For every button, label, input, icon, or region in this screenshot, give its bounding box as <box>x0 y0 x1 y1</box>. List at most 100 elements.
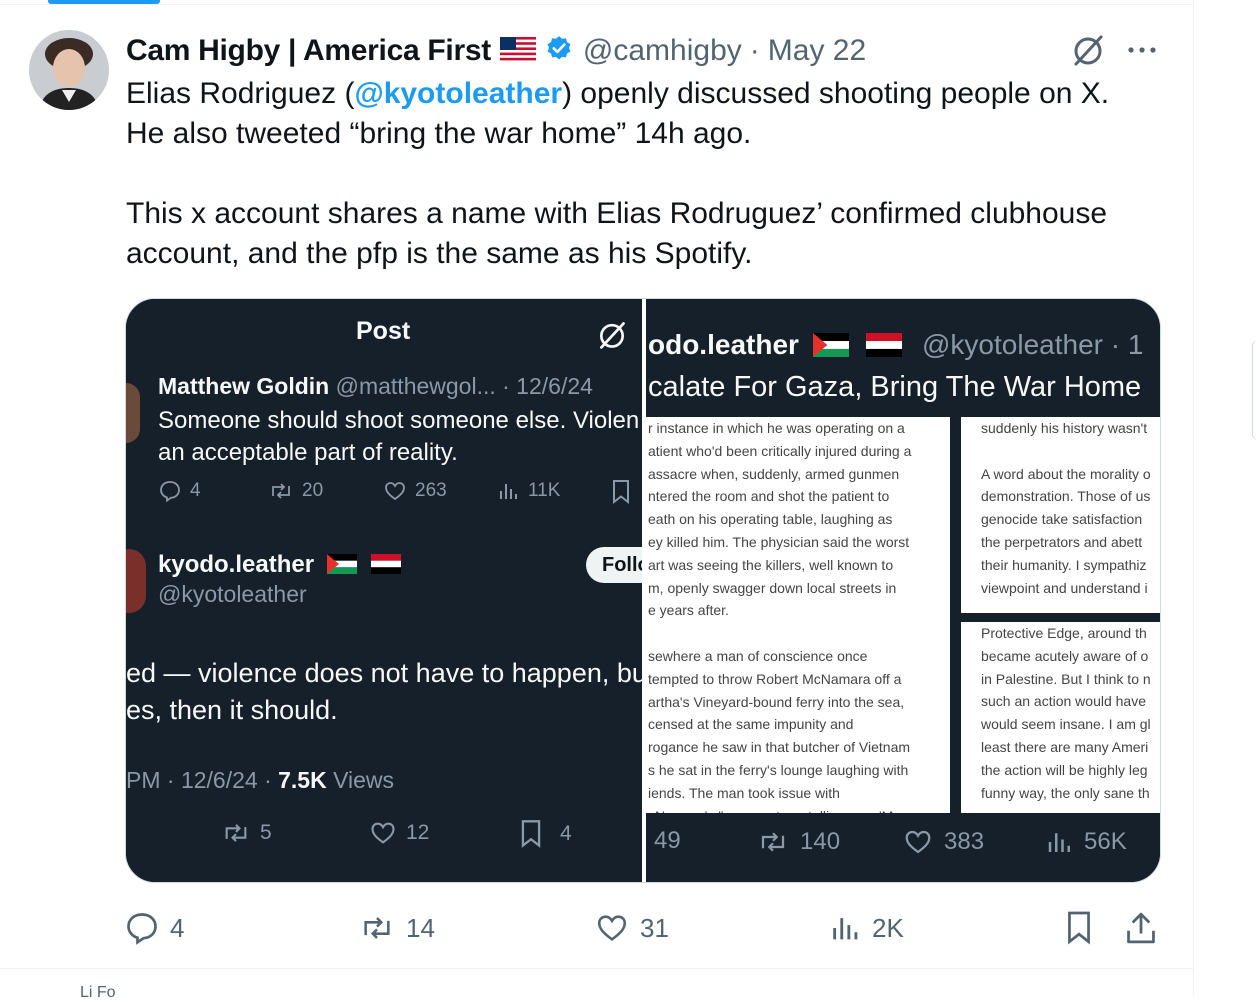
quoted-handle-date: @matthewgol... · 12/6/24 <box>335 373 593 399</box>
count: 383 <box>944 828 985 855</box>
quoted-text-line: Someone should shoot someone else. Viole… <box>158 407 640 434</box>
article-line: censed at the same impunity and <box>648 716 854 733</box>
article-line: demonstration. Those of us <box>981 488 1151 505</box>
repost-button[interactable]: 14 <box>358 908 435 948</box>
repost-count: 14 <box>406 912 435 943</box>
more-options-icon[interactable] <box>1126 38 1158 67</box>
views-button[interactable]: 2K <box>830 908 904 948</box>
article-line: s he sat in the ferry's lounge laughing … <box>648 761 909 778</box>
yemen-flag-icon <box>866 333 903 357</box>
count: 56K <box>1084 828 1127 855</box>
repost-icon <box>364 917 390 939</box>
article-line: their humanity. I sympathiz <box>981 556 1147 573</box>
article-line: eath on his operating table, laughing as <box>648 511 893 528</box>
repost-icon <box>761 832 785 852</box>
article-line: suddenly his history wasn't <box>981 420 1148 436</box>
bookmark-icon <box>1068 911 1090 945</box>
verified-badge-icon[interactable] <box>545 35 573 68</box>
count: 12 <box>406 821 430 844</box>
views-icon <box>833 918 858 940</box>
divider <box>0 4 1194 5</box>
article-line: m, openly swagger down local streets in <box>648 579 897 596</box>
article-line: A word about the morality o <box>981 465 1151 482</box>
bookmark-count: 4 <box>518 819 572 849</box>
profile-post-actions: 49 140 383 56K <box>646 827 1160 863</box>
article-line: ey killed him. The physician said the wo… <box>648 533 910 550</box>
repost-count: 20 <box>268 479 323 503</box>
mention-link[interactable]: @kyotoleather <box>354 77 562 110</box>
scrollbar-edge[interactable] <box>1252 340 1258 440</box>
article-line: such an action would have <box>981 693 1146 710</box>
tweet-actions: 4 14 31 2K <box>124 908 1164 948</box>
media-right-screenshot: odo.leather @kyotoleather · 1 calate For… <box>646 299 1160 882</box>
palestine-flag-icon <box>812 333 849 357</box>
article-line: in Palestine. But I think to n <box>981 670 1151 687</box>
quoted-text-line: an acceptable part of reality. <box>158 439 458 466</box>
repost-count: 140 <box>756 827 840 857</box>
reply-button[interactable]: 4 <box>124 908 184 948</box>
reply-count: 49 <box>654 827 681 855</box>
avatar <box>126 383 140 443</box>
view-count: 2K <box>872 912 904 943</box>
author-name[interactable]: Cam Higby | America First <box>126 34 491 68</box>
reply-time: PM · 12/6/24 · <box>126 767 279 793</box>
article-line: tempted to throw Robert McNamara off a <box>648 670 902 687</box>
count: 4 <box>560 822 572 845</box>
avatar <box>126 549 146 613</box>
article-line: r instance in which he was operating on … <box>648 420 905 436</box>
reply-count: 4 <box>158 479 201 503</box>
like-count: 383 <box>902 827 984 857</box>
article-line: sewhere a man of conscience once <box>648 647 868 664</box>
article-excerpt-left: r instance in which he was operating on … <box>646 417 950 813</box>
share-button[interactable] <box>1124 908 1158 948</box>
article-line: atient who'd been critically injured dur… <box>648 442 912 459</box>
share-icon <box>1127 912 1155 944</box>
reply-meta: PM · 12/6/24 · 7.5K Views <box>126 767 394 794</box>
tweet-text: Elias Rodriguez (@kyotoleather) openly d… <box>126 74 1166 274</box>
views-icon <box>500 484 517 499</box>
article-line: iends. The man took issue with <box>648 784 840 801</box>
count: 49 <box>654 827 681 854</box>
tweet-media[interactable]: Post Matthew Goldin @matthewgol... · 12/… <box>125 298 1161 883</box>
quoted-name: Matthew Goldin <box>158 373 330 399</box>
article-line: would seem insane. I am gl <box>981 716 1151 733</box>
next-item-partial: Li Fo <box>80 984 116 1001</box>
author-handle[interactable]: @camhigby <box>583 34 742 68</box>
article-excerpt-top-right: suddenly his history wasn't A word about … <box>961 417 1160 613</box>
article-line: assacre when, suddenly, armed gunmen <box>648 465 900 482</box>
article-line: genocide take satisfaction <box>981 511 1143 528</box>
bookmark-button[interactable] <box>1064 908 1094 948</box>
article-excerpt-bottom-right: Protective Edge, around th became acutely… <box>961 622 1160 813</box>
article-line: became acutely aware of o <box>981 647 1149 664</box>
profile-bio: calate For Gaza, Bring The War Home <box>648 371 1142 403</box>
tweet-text-line: He also tweeted “bring the war home” 14h… <box>126 117 752 150</box>
bookmark-icon <box>521 820 541 848</box>
column-border <box>1193 0 1194 996</box>
reply-icon <box>160 481 180 503</box>
quoted-text: Someone should shoot someone else. Viole… <box>158 405 642 469</box>
reply-views-label: Views <box>326 767 395 793</box>
like-count: 12 <box>368 819 429 847</box>
like-button[interactable]: 31 <box>594 908 669 948</box>
profile-handle: @kyotoleather · 1 <box>922 329 1144 360</box>
tweet-text-line: account, and the pfp is the same as his … <box>126 237 753 270</box>
heart-icon <box>371 822 395 844</box>
article-line <box>648 622 950 645</box>
article-line: least there are many Ameri <box>981 738 1149 755</box>
reply-text-line: ed — violence does not have to happen, b… <box>126 658 642 688</box>
grok-icon[interactable] <box>1070 32 1106 73</box>
follow-button: Follo <box>586 547 642 583</box>
count: 11K <box>528 480 561 501</box>
article-line: funny way, the only sane th <box>981 784 1150 801</box>
count: 5 <box>260 821 272 844</box>
count: 263 <box>415 480 447 501</box>
avatar[interactable] <box>29 30 109 110</box>
reply-actions: 5 12 4 <box>126 819 642 851</box>
article-line: artha's Vineyard-bound ferry into the se… <box>648 693 905 710</box>
quoted-author: Matthew Goldin @matthewgol... · 12/6/24 <box>158 373 593 400</box>
tweet-text-line: This x account shares a name with Elias … <box>126 197 1108 230</box>
tweet-header: Cam Higby | America First @camhigby · Ma… <box>126 30 866 72</box>
tweet-date[interactable]: May 22 <box>768 34 866 68</box>
view-count: 11K <box>498 479 560 503</box>
screenshot-post-title: Post <box>356 317 411 345</box>
